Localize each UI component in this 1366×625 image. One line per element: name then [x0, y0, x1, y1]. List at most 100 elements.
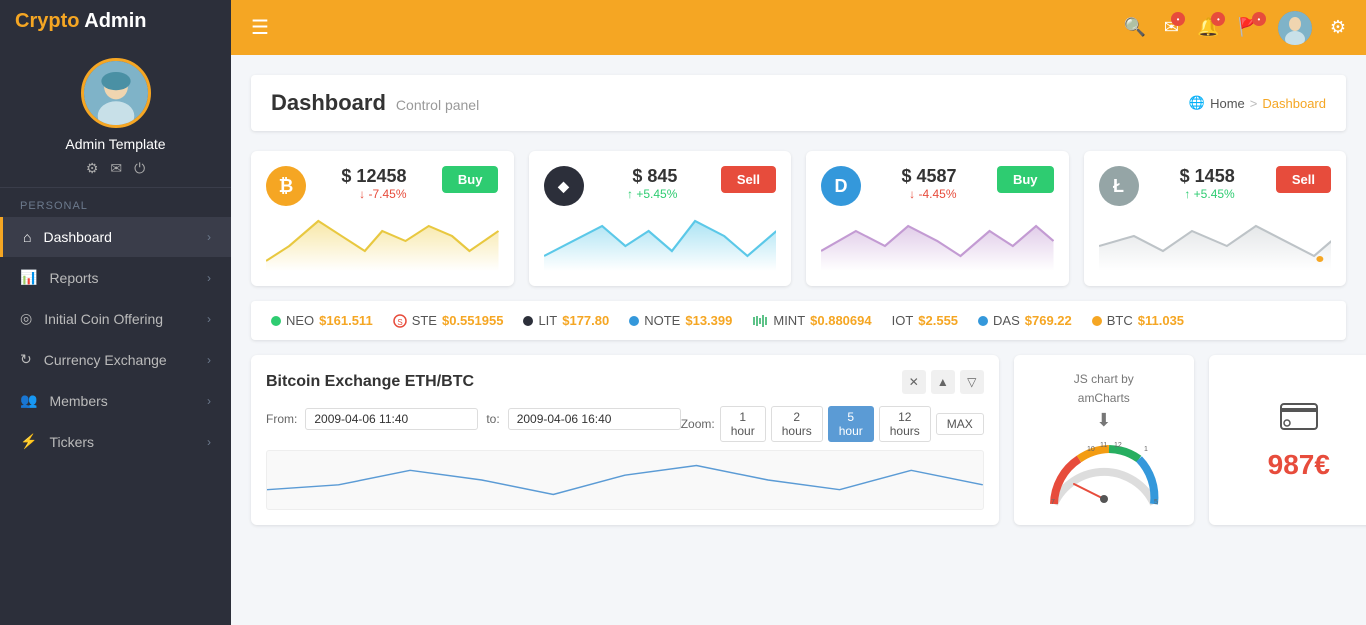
svg-text:10: 10 — [1087, 446, 1095, 453]
from-label: From: — [266, 412, 297, 426]
chevron-right-icon-3: › — [207, 312, 211, 326]
sidebar-item-currency[interactable]: ↻ Currency Exchange › — [0, 339, 231, 380]
svg-text:7: 7 — [1051, 499, 1055, 506]
hamburger-menu-icon[interactable]: ☰ — [251, 15, 269, 40]
up-arrow-icon-2: ↑ — [1184, 187, 1190, 201]
exchange-icon: ↻ — [20, 351, 32, 368]
profile-power-icon[interactable]: ⏻ — [134, 160, 145, 177]
sidebar-item-ico[interactable]: ◎ Initial Coin Offering › — [0, 298, 231, 339]
dash-chart — [821, 211, 1054, 271]
sidebar-label-ico: Initial Coin Offering — [44, 311, 163, 327]
svg-text:12: 12 — [1114, 442, 1122, 449]
ticker-mint: MINT $0.880694 — [752, 313, 871, 328]
sidebar-item-tickers[interactable]: ⚡ Tickers › — [0, 421, 231, 462]
ltc-change: ↑ +5.45% — [1180, 187, 1235, 201]
amcharts-line1: JS chart by — [1074, 372, 1134, 386]
zoom-5h-button[interactable]: 5 hour — [828, 406, 874, 442]
page-header: Dashboard Control panel 🌐 Home > Dashboa… — [251, 75, 1346, 131]
search-icon[interactable]: 🔍 — [1124, 17, 1146, 38]
chevron-right-icon: › — [207, 230, 211, 244]
svg-text:S: S — [397, 318, 402, 327]
svg-text:11: 11 — [1100, 442, 1107, 449]
btc-buy-button[interactable]: Buy — [442, 166, 499, 193]
breadcrumb-separator: > — [1250, 96, 1258, 111]
download-icon[interactable]: ⬇ — [1096, 410, 1111, 431]
brand-crypto: Crypto — [15, 10, 79, 32]
btc-price: $ 12458 — [341, 166, 406, 187]
ticker-das: DAS $769.22 — [978, 313, 1072, 328]
svg-text:1: 1 — [1144, 446, 1148, 453]
eth-icon: ◆ — [544, 166, 584, 206]
zoom-2h-button[interactable]: 2 hours — [771, 406, 823, 442]
profile-gear-icon[interactable]: ⚙ — [86, 160, 99, 177]
topbar-avatar[interactable] — [1278, 11, 1312, 45]
topbar: ☰ 🔍 ✉ • 🔔 • 🚩 • ⚙ — [231, 0, 1366, 55]
profile-name: Admin Template — [65, 136, 165, 152]
btc-chart — [266, 211, 499, 271]
gauge-chart: 7 10 11 12 1 5 — [1044, 439, 1164, 509]
eth-chart — [544, 211, 777, 271]
mint-name: MINT — [773, 313, 805, 328]
sidebar-item-dashboard[interactable]: ⌂ Dashboard › — [0, 217, 231, 257]
dash-change: ↓ -4.45% — [901, 187, 956, 201]
sidebar-label-dashboard: Dashboard — [43, 229, 112, 245]
sidebar-item-reports[interactable]: 📊 Reports › — [0, 257, 231, 298]
up-arrow-icon: ↑ — [627, 187, 633, 201]
iot-name: IOT — [892, 313, 914, 328]
page-title: Dashboard — [271, 90, 386, 116]
bar-chart-icon: 📊 — [20, 269, 37, 286]
exchange-chart-card: Bitcoin Exchange ETH/BTC ✕ ▲ ▽ From: to: — [251, 355, 999, 525]
bell-icon[interactable]: 🔔 • — [1197, 17, 1219, 38]
dash-buy-button[interactable]: Buy — [997, 166, 1054, 193]
sidebar-item-members[interactable]: 👥 Members › — [0, 380, 231, 421]
ltc-chart — [1099, 211, 1332, 271]
flag-icon[interactable]: 🚩 • — [1237, 17, 1259, 38]
zoom-section: Zoom: 1 hour 2 hours 5 hour 12 hours MAX — [681, 406, 984, 442]
btc-icon: ₿ — [266, 166, 306, 206]
btc-ticker-price: $11.035 — [1138, 313, 1184, 328]
sidebar: Crypto Admin Admin Template ⚙ ✉ ⏻ PERSON… — [0, 0, 231, 625]
das-name: DAS — [993, 313, 1020, 328]
lit-dot — [523, 316, 533, 326]
ticker-ste: S STE $0.551955 — [393, 313, 504, 328]
chevron-right-icon-4: › — [207, 353, 211, 367]
chevron-right-icon-5: › — [207, 394, 211, 408]
sidebar-section-label: PERSONAL — [0, 188, 231, 217]
breadcrumb-home[interactable]: Home — [1210, 96, 1245, 111]
zoom-1h-button[interactable]: 1 hour — [720, 406, 766, 442]
ltc-sell-button[interactable]: Sell — [1276, 166, 1331, 193]
bottom-section: Bitcoin Exchange ETH/BTC ✕ ▲ ▽ From: to: — [251, 355, 1346, 525]
svg-text:5: 5 — [1154, 499, 1158, 506]
eth-sell-button[interactable]: Sell — [721, 166, 776, 193]
crypto-card-dash: D $ 4587 ↓ -4.45% Buy — [806, 151, 1069, 286]
profile-mail-icon[interactable]: ✉ — [110, 160, 122, 177]
sidebar-profile: Admin Template ⚙ ✉ ⏻ — [0, 43, 231, 188]
sidebar-label-reports: Reports — [49, 270, 98, 286]
chart-expand-button[interactable]: ▽ — [960, 370, 984, 394]
from-date-input[interactable] — [305, 408, 478, 430]
settings-icon[interactable]: ⚙ — [1330, 17, 1346, 38]
ico-icon: ◎ — [20, 310, 32, 327]
btc-ticker-dot — [1092, 316, 1102, 326]
content-area: Dashboard Control panel 🌐 Home > Dashboa… — [231, 55, 1366, 625]
amcharts-card: JS chart by amCharts ⬇ — [1014, 355, 1194, 525]
note-name: NOTE — [644, 313, 680, 328]
crypto-card-ltc: Ł $ 1458 ↑ +5.45% Sell — [1084, 151, 1347, 286]
neo-price: $161.511 — [319, 313, 373, 328]
down-arrow-icon-2: ↓ — [909, 187, 915, 201]
zoom-12h-button[interactable]: 12 hours — [879, 406, 931, 442]
chevron-right-icon-6: › — [207, 435, 211, 449]
crypto-card-eth: ◆ $ 845 ↑ +5.45% Sell — [529, 151, 792, 286]
zoom-label: Zoom: — [681, 417, 715, 431]
euro-card: 987€ — [1209, 355, 1366, 525]
crypto-cards: ₿ $ 12458 ↓ -7.45% Buy — [251, 151, 1346, 286]
ltc-icon: Ł — [1099, 166, 1139, 206]
to-label: to: — [486, 412, 499, 426]
mint-icon — [752, 314, 768, 328]
chart-up-button[interactable]: ▲ — [931, 370, 955, 394]
chart-close-button[interactable]: ✕ — [902, 370, 926, 394]
zoom-max-button[interactable]: MAX — [936, 413, 984, 435]
to-date-input[interactable] — [508, 408, 681, 430]
mail-icon[interactable]: ✉ • — [1164, 17, 1179, 38]
main-area: ☰ 🔍 ✉ • 🔔 • 🚩 • ⚙ — [231, 0, 1366, 625]
